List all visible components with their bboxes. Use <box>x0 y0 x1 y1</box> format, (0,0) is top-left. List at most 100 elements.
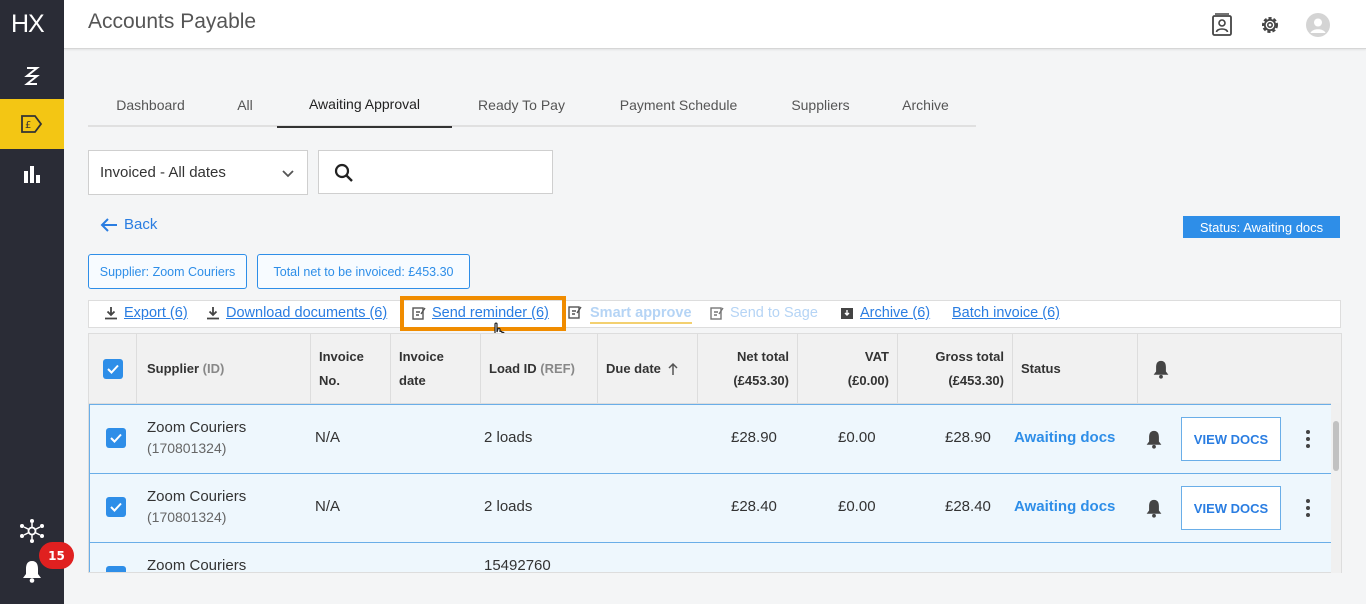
bell-icon[interactable] <box>1145 498 1163 518</box>
sidebar-item-reports[interactable] <box>0 149 64 199</box>
archive-box-icon <box>841 308 853 319</box>
tab-suppliers[interactable]: Suppliers <box>778 82 863 127</box>
back-label: Back <box>124 216 158 233</box>
check-icon <box>106 364 119 374</box>
bell-icon[interactable] <box>1145 429 1163 449</box>
archive-button[interactable]: Archive (6) <box>840 305 930 321</box>
profile-button[interactable] <box>1305 12 1331 38</box>
status-link[interactable]: Awaiting docs <box>1014 498 1115 515</box>
download-icon <box>207 307 219 320</box>
send-to-sage-button[interactable]: Send to Sage <box>710 305 818 321</box>
route-icon <box>24 67 40 85</box>
table-row[interactable]: Zoom Couriers (170801324) N/A 2 loads £2… <box>89 404 1332 474</box>
row-checkbox[interactable] <box>106 497 126 517</box>
col-net-total[interactable]: Net total (£453.30) <box>698 334 798 404</box>
table-row[interactable]: Zoom Couriers (170801324) N/A 2 loads £2… <box>89 473 1332 543</box>
col-vat-line2: (£0.00) <box>847 373 889 388</box>
bell-icon <box>1153 360 1168 379</box>
select-all-cell[interactable] <box>89 334 137 404</box>
download-icon <box>105 307 117 320</box>
batch-invoice-button[interactable]: Batch invoice (6) <box>952 305 1060 321</box>
more-vertical-icon[interactable] <box>1303 429 1313 449</box>
tab-bar: Dashboard All Awaiting Approval Ready To… <box>88 82 976 128</box>
search-input[interactable] <box>363 159 543 185</box>
col-vat[interactable]: VAT (£0.00) <box>798 334 898 404</box>
page-title: Accounts Payable <box>88 10 257 33</box>
row-checkbox[interactable] <box>106 428 126 448</box>
load-id: 2 loads <box>484 498 533 515</box>
col-status[interactable]: Status <box>1013 334 1138 404</box>
select-all-checkbox[interactable] <box>102 359 123 379</box>
col-invoice-date[interactable]: Invoice date <box>391 334 481 404</box>
edit-note-icon <box>568 306 582 319</box>
sidebar-item-accounts[interactable]: £ <box>0 99 64 149</box>
supplier-id: (170801324) <box>147 509 227 525</box>
smart-approve-button[interactable]: Smart approve <box>590 305 692 324</box>
col-gross-total[interactable]: Gross total (£453.30) <box>898 334 1013 404</box>
supplier-name: Zoom Couriers <box>147 419 247 436</box>
col-status-label: Status <box>1021 361 1061 376</box>
net-total: £28.40 <box>731 498 777 515</box>
gross-total: £28.40 <box>945 498 991 515</box>
edit-note-icon <box>710 307 724 320</box>
vat: £0.00 <box>838 429 876 446</box>
scrollbar-thumb[interactable] <box>1333 421 1339 471</box>
smart-approve-icon-wrap <box>568 305 582 319</box>
sidebar-item-routes[interactable] <box>0 50 64 100</box>
col-supplier[interactable]: Supplier (ID) <box>137 334 311 404</box>
col-due-date[interactable]: Due date <box>598 334 698 404</box>
col-invoice-date-line2: date <box>399 373 426 388</box>
archive-label: Archive (6) <box>860 305 931 321</box>
invoice-no: N/A <box>315 498 341 515</box>
download-documents-label: Download documents (6) <box>226 305 388 321</box>
net-total: £28.90 <box>731 429 777 446</box>
arrow-left-icon <box>100 217 117 232</box>
supplier-chip[interactable]: Supplier: Zoom Couriers <box>88 254 247 289</box>
table-row[interactable]: Zoom Couriers 15492760 <box>89 542 1332 572</box>
send-reminder-highlight <box>400 296 566 331</box>
vat: £0.00 <box>838 498 876 515</box>
notification-count-badge: 15 <box>39 542 74 569</box>
tab-payment-schedule[interactable]: Payment Schedule <box>606 82 751 127</box>
bar-chart-icon <box>24 166 40 183</box>
send-to-sage-label: Send to Sage <box>730 305 818 321</box>
view-docs-button[interactable]: VIEW DOCS <box>1181 486 1281 530</box>
table-scrollbar[interactable] <box>1331 403 1341 573</box>
more-vertical-icon[interactable] <box>1303 498 1313 518</box>
sort-arrow-up-icon <box>668 362 678 375</box>
tab-all[interactable]: All <box>218 82 272 127</box>
check-icon <box>110 433 122 443</box>
status-link[interactable]: Awaiting docs <box>1014 429 1115 446</box>
supplier-id: (170801324) <box>147 440 227 456</box>
supplier-name: Zoom Couriers <box>147 488 247 505</box>
view-docs-button[interactable]: VIEW DOCS <box>1181 417 1281 461</box>
tab-archive[interactable]: Archive <box>888 82 963 127</box>
sidebar: HX £ 15 <box>0 0 74 604</box>
col-net-total-line1: Net total <box>737 349 789 364</box>
export-label: Export (6) <box>124 305 188 321</box>
col-invoice-date-line1: Invoice <box>399 349 444 364</box>
contacts-button[interactable] <box>1209 12 1235 38</box>
download-documents-button[interactable]: Download documents (6) <box>206 305 387 321</box>
tab-awaiting-approval[interactable]: Awaiting Approval <box>277 82 452 128</box>
total-net-chip: Total net to be invoiced: £453.30 <box>257 254 470 289</box>
col-load-id[interactable]: Load ID (REF) <box>481 334 598 404</box>
col-due-date-label: Due date <box>606 361 661 376</box>
col-invoice-no[interactable]: Invoice No. <box>311 334 391 404</box>
row-checkbox[interactable] <box>106 566 126 572</box>
tab-ready-to-pay[interactable]: Ready To Pay <box>459 82 584 127</box>
chevron-down-icon <box>282 170 294 178</box>
col-supplier-label: Supplier <box>147 361 200 376</box>
svg-text:£: £ <box>25 120 31 131</box>
col-vat-line1: VAT <box>864 349 889 364</box>
settings-button[interactable] <box>1257 12 1283 38</box>
gear-icon <box>1262 17 1278 33</box>
export-button[interactable]: Export (6) <box>104 305 188 321</box>
col-load-id-sub: (REF) <box>540 361 575 376</box>
invoice-no: N/A <box>315 429 341 446</box>
search-box[interactable] <box>318 150 553 194</box>
tab-dashboard[interactable]: Dashboard <box>98 82 203 127</box>
back-link[interactable]: Back <box>100 216 157 233</box>
date-filter-select[interactable]: Invoiced - All dates <box>88 150 308 195</box>
bell-icon <box>23 561 41 583</box>
